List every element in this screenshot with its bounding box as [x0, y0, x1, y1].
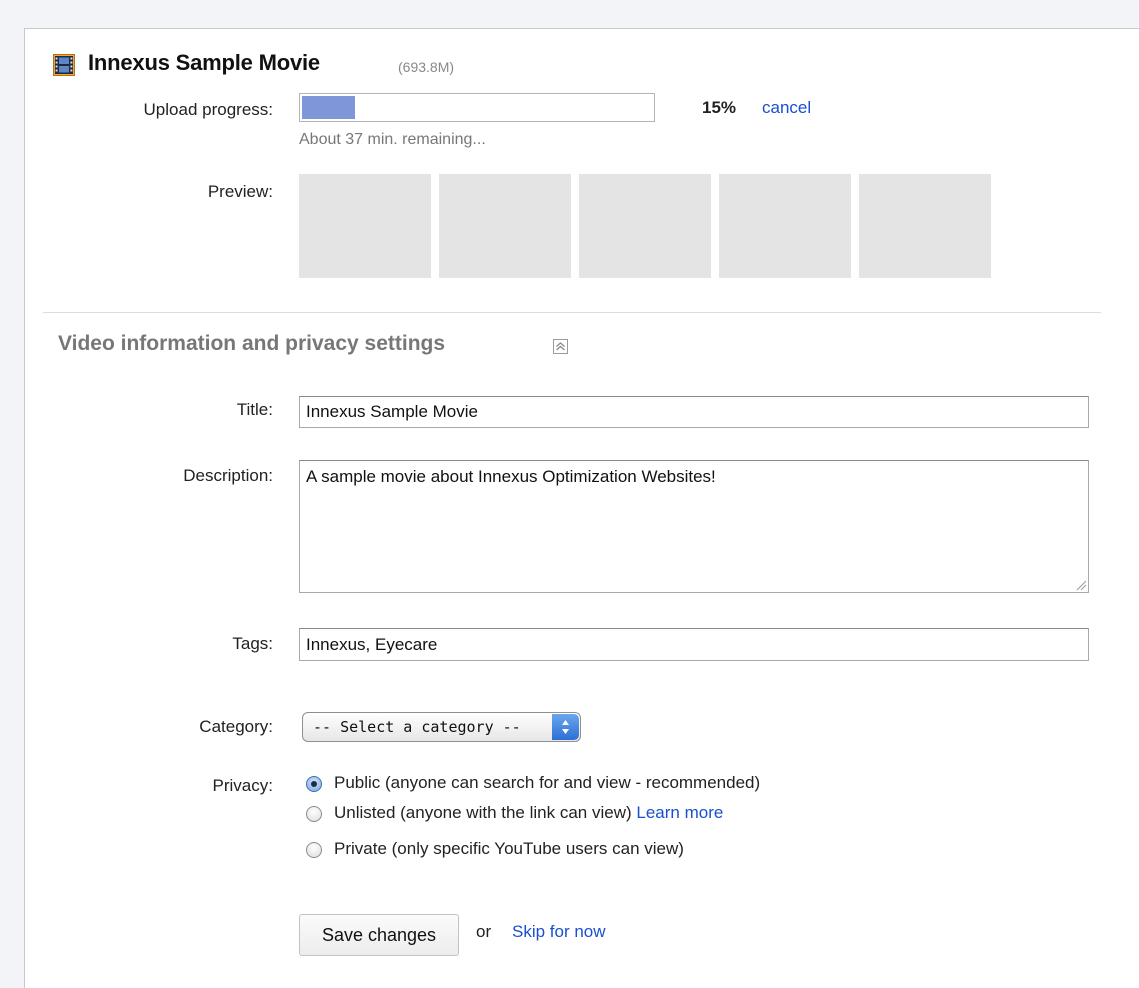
resize-grip-icon[interactable]	[1075, 579, 1087, 591]
upload-percent: 15%	[702, 98, 737, 117]
section-title: Video information and privacy settings	[58, 332, 446, 355]
category-select[interactable]: -- Select a category --	[302, 712, 581, 742]
privacy-label: Privacy:	[212, 776, 273, 795]
preview-label: Preview:	[207, 182, 273, 201]
tags-input[interactable]	[299, 628, 1089, 661]
upload-progress-fill	[302, 96, 355, 119]
privacy-unlisted-radio[interactable]	[306, 806, 322, 822]
preview-thumbnail	[299, 174, 431, 278]
privacy-unlisted-label: Unlisted (anyone with the link can view)	[334, 803, 632, 822]
privacy-public-radio[interactable]	[306, 776, 322, 792]
upload-progress-label: Upload progress:	[143, 100, 273, 119]
upload-progress-bar	[299, 93, 655, 122]
time-remaining: About 37 min. remaining...	[299, 131, 486, 148]
cancel-upload-link[interactable]: cancel	[762, 98, 811, 118]
privacy-private-label: Private (only specific YouTube users can…	[334, 839, 684, 858]
file-size: (693.8M)	[398, 59, 455, 75]
film-icon	[53, 54, 75, 76]
skip-for-now-link[interactable]: Skip for now	[512, 922, 606, 942]
preview-thumbnail	[859, 174, 991, 278]
category-label: Category:	[199, 717, 273, 736]
privacy-unlisted-row: Unlisted (anyone with the link can view)…	[334, 803, 723, 823]
learn-more-link[interactable]: Learn more	[636, 803, 723, 822]
collapse-icon[interactable]	[553, 339, 568, 354]
privacy-private-radio[interactable]	[306, 842, 322, 858]
preview-thumbnail	[579, 174, 711, 278]
description-textarea[interactable]: A sample movie about Innexus Optimizatio…	[299, 460, 1089, 593]
movie-title: Innexus Sample Movie	[88, 50, 320, 75]
section-divider	[43, 312, 1101, 313]
tags-label: Tags:	[232, 634, 273, 653]
preview-thumbnail	[439, 174, 571, 278]
save-changes-button[interactable]: Save changes	[299, 914, 459, 956]
preview-thumbnail	[719, 174, 851, 278]
upload-panel: Innexus Sample Movie (693.8M) Upload pro…	[24, 28, 1139, 988]
privacy-public-label: Public (anyone can search for and view -…	[334, 773, 761, 792]
description-label: Description:	[183, 466, 273, 485]
title-label: Title:	[236, 400, 273, 419]
title-input[interactable]	[299, 396, 1089, 428]
or-text: or	[476, 922, 492, 941]
select-arrows-icon	[552, 714, 579, 740]
category-selected-value: -- Select a category --	[313, 718, 521, 736]
